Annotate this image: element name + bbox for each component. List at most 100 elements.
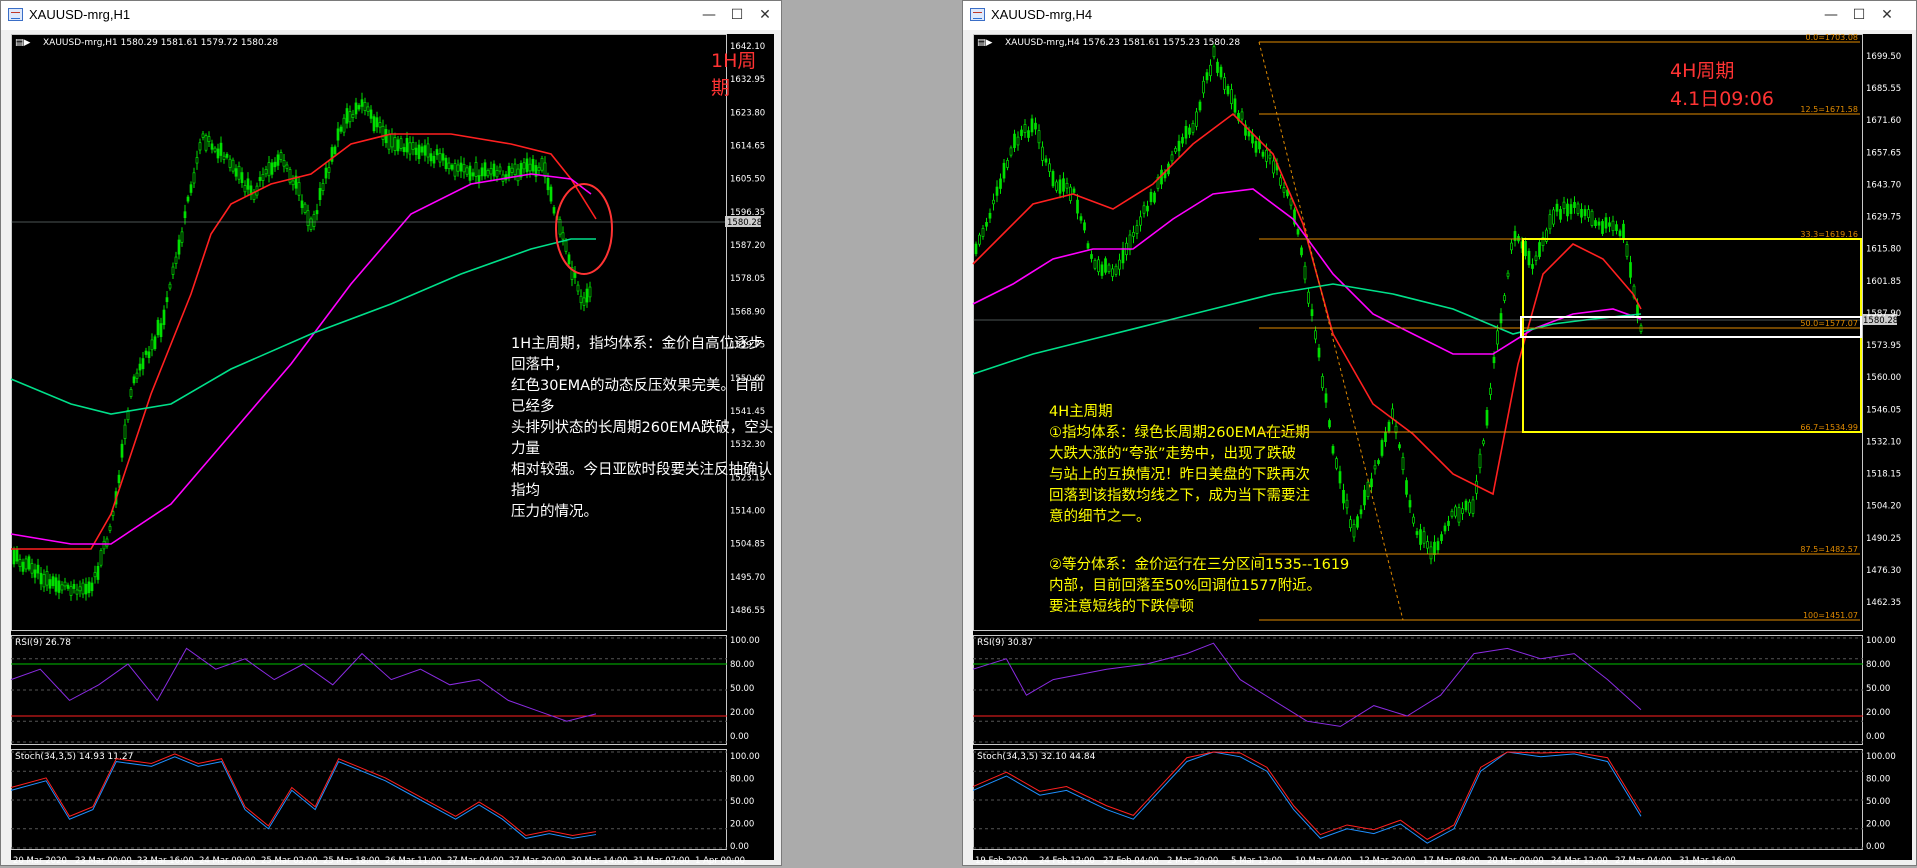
h1-candle xyxy=(426,143,430,158)
h1-candle xyxy=(24,558,28,570)
h4-stoch-tick-label: 0.00 xyxy=(1866,842,1885,852)
h1-candle xyxy=(219,142,223,156)
h4-candle xyxy=(1422,531,1426,544)
h1-candle xyxy=(42,574,46,588)
h4-candle xyxy=(1310,309,1314,317)
h1-candle xyxy=(582,297,586,306)
h1-candle xyxy=(396,139,400,152)
h1-candle xyxy=(273,161,277,168)
h4-candle xyxy=(1335,458,1338,469)
h1-candle xyxy=(510,167,514,173)
h1-candle xyxy=(522,162,526,170)
h4-candle xyxy=(1443,525,1447,532)
h4-candle xyxy=(1615,224,1618,231)
h1-candle xyxy=(438,153,442,163)
h4-candle xyxy=(1023,124,1027,133)
h1-candle xyxy=(144,350,148,355)
h4-candle xyxy=(1198,101,1202,111)
h4-candle xyxy=(995,186,999,196)
h1-candle xyxy=(369,109,373,119)
h4-candle xyxy=(1611,220,1615,232)
h1-candle xyxy=(540,158,544,171)
h4-chart-window[interactable]: XAUUSD-mrg,H4 — ☐ ✕ ▤▶ XAUUSD-mrg,H4 157… xyxy=(962,0,1917,866)
h1-candle xyxy=(237,165,241,180)
close-button[interactable]: ✕ xyxy=(1871,4,1903,27)
h4-candle xyxy=(1079,216,1083,221)
h1-candle xyxy=(51,576,55,587)
h4-candle xyxy=(999,178,1002,189)
h4-candle xyxy=(1566,203,1569,217)
h4-candle xyxy=(1265,149,1268,162)
h1-candle xyxy=(300,200,304,208)
h4-candle xyxy=(1282,187,1286,193)
h4-fib-label: 12.5=1671.58 xyxy=(1800,105,1858,114)
h1-candle xyxy=(576,284,580,292)
h1-candle xyxy=(81,582,85,595)
h4-candle xyxy=(1191,123,1195,133)
h4-fib-label: 87.5=1482.57 xyxy=(1800,545,1858,554)
h4-candle xyxy=(1072,188,1076,193)
h4-candle xyxy=(1254,141,1258,153)
h4-window-titlebar[interactable]: XAUUSD-mrg,H4 — ☐ ✕ xyxy=(963,1,1916,30)
h1-candle xyxy=(93,572,97,578)
h1-chart-area[interactable]: ▤▶ XAUUSD-mrg,H1 1580.29 1581.61 1579.72… xyxy=(10,34,774,866)
h1-time-tick: 31 Mar 07:00 xyxy=(633,856,690,866)
h4-time-tick: 19 Feb 2020 xyxy=(975,856,1028,866)
h4-candle xyxy=(1597,221,1601,226)
h4-candle xyxy=(1499,313,1503,324)
h1-candle xyxy=(282,160,286,167)
h4-price-tick-label: 1615.80 xyxy=(1866,245,1901,255)
h4-candle xyxy=(1419,529,1422,545)
h1-candle xyxy=(261,174,265,181)
h1-time-tick: 24 Mar 09:00 xyxy=(199,856,256,866)
h4-ema-magenta-line xyxy=(972,188,1642,355)
h1-candle xyxy=(360,99,364,107)
h1-candle xyxy=(366,106,370,112)
h4-candle xyxy=(1555,203,1559,212)
h1-candle xyxy=(189,184,193,193)
h1-candle xyxy=(528,163,532,172)
h4-candle xyxy=(1384,431,1387,443)
h4-time-tick: 31 Mar 16:00 xyxy=(1679,856,1736,866)
h4-price-tick-label: 1560.00 xyxy=(1866,373,1901,383)
h1-price-tick-label: 1550.60 xyxy=(730,374,765,384)
h4-candle xyxy=(1128,234,1132,251)
h1-candle xyxy=(336,128,340,141)
h1-candle xyxy=(552,207,556,214)
h4-candle xyxy=(1401,457,1405,470)
h4-candle xyxy=(1331,445,1335,454)
h4-chart-area[interactable]: ▤▶ XAUUSD-mrg,H4 1576.23 1581.61 1575.23… xyxy=(972,33,1912,866)
h4-candle xyxy=(1097,259,1100,273)
h4-candle xyxy=(1013,133,1016,149)
h1-candle xyxy=(309,218,313,230)
h1-candle xyxy=(60,584,64,591)
h4-time-tick: 24 Feb 12:00 xyxy=(1039,856,1095,866)
h4-candle xyxy=(1426,541,1429,549)
h1-candle xyxy=(102,540,106,550)
h1-candle xyxy=(171,266,175,275)
h4-candle xyxy=(1205,72,1209,81)
h1-candle xyxy=(588,286,592,298)
h1-candle xyxy=(120,443,124,458)
h4-candle xyxy=(978,234,981,245)
h4-candle xyxy=(1321,376,1324,389)
h4-candle xyxy=(1618,230,1622,236)
h1-candle xyxy=(474,162,478,177)
h1-chart-window[interactable]: XAUUSD-mrg,H1 — ☐ ✕ ▤▶ XAUUSD-mrg,H1 158… xyxy=(0,0,782,866)
close-button[interactable]: ✕ xyxy=(749,4,781,27)
h1-candle xyxy=(153,336,157,350)
h4-candle xyxy=(992,199,995,205)
h1-candle xyxy=(39,572,43,585)
h4-rsi-tick-label: 50.00 xyxy=(1866,684,1890,694)
h1-candle xyxy=(135,372,139,379)
h1-candle xyxy=(363,102,367,111)
h4-candle xyxy=(1065,182,1069,189)
h4-time-tick: 27 Feb 04:00 xyxy=(1103,856,1159,866)
h1-window-titlebar[interactable]: XAUUSD-mrg,H1 — ☐ ✕ xyxy=(1,1,781,30)
h4-candle xyxy=(1506,272,1510,277)
h1-candle xyxy=(264,169,268,175)
h4-rsi-tick-label: 80.00 xyxy=(1866,660,1890,670)
h4-candle xyxy=(1233,98,1237,113)
h1-candle xyxy=(546,178,550,191)
h1-candle xyxy=(78,586,82,592)
